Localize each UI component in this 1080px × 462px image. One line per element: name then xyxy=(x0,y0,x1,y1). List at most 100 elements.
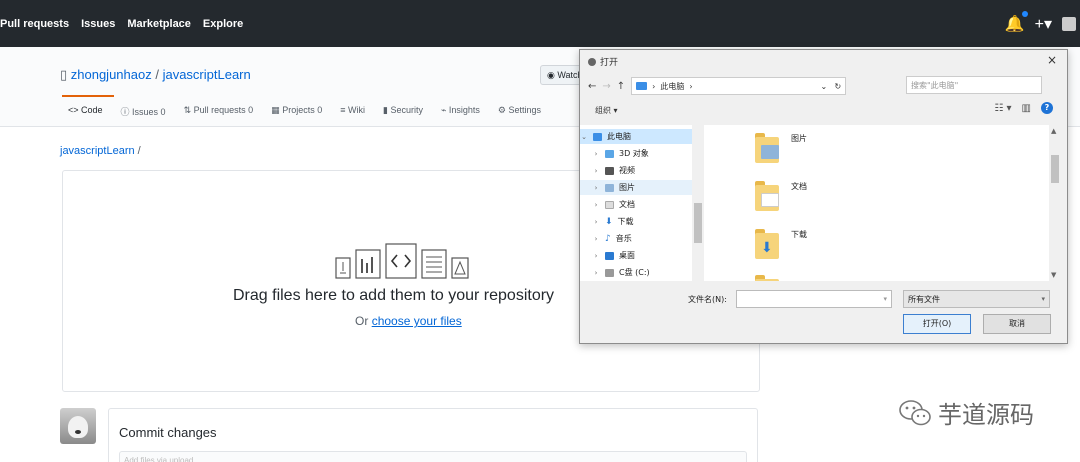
file-type-icons xyxy=(335,243,469,279)
eye-icon: ◉ xyxy=(547,70,558,80)
file-open-dialog: 打开 × ← → ↑ › 此电脑 › ⌄ ↻ 搜索"此电脑" 组织 ▾ ☷ ▾ … xyxy=(579,49,1068,344)
choose-files-line: Or choose your files xyxy=(355,314,462,328)
wechat-icon xyxy=(899,399,931,425)
view-toolbar: ☷ ▾ ▥ ? xyxy=(994,102,1053,114)
chevron-right-icon: › xyxy=(594,183,598,192)
file-list-scrollbar[interactable]: ▲ ▼ xyxy=(1049,125,1061,281)
file-list-scrollbar-thumb[interactable] xyxy=(1051,155,1059,183)
picture-icon xyxy=(605,183,614,192)
refresh-icon[interactable]: ↻ xyxy=(834,82,841,91)
file-pdf-icon xyxy=(451,257,469,279)
tab-settings[interactable]: ⚙ Settings xyxy=(498,105,541,118)
address-text: 此电脑 xyxy=(660,81,685,91)
download-icon: ⬇ xyxy=(605,216,613,227)
tab-issues[interactable]: ⓘ Issues 0 xyxy=(121,105,166,118)
up-arrow-icon[interactable]: ↑ xyxy=(617,81,625,92)
address-dropdown-icon[interactable]: ⌄ xyxy=(820,82,827,91)
music-icon: ♪ xyxy=(605,233,611,244)
close-icon[interactable]: × xyxy=(1047,53,1057,67)
scroll-down-icon[interactable]: ▼ xyxy=(1051,271,1056,279)
commit-title: Commit changes xyxy=(119,425,217,440)
folder-pictures[interactable]: 图片 xyxy=(755,133,807,163)
tab-pull-requests[interactable]: ⇅ Pull requests 0 xyxy=(184,105,254,118)
watermark-text: 芋道源码 xyxy=(938,401,1034,429)
path-repo-link[interactable]: javascriptLearn xyxy=(60,145,135,157)
repo-name-link[interactable]: javascriptLearn xyxy=(163,67,251,82)
folder-label: 文档 xyxy=(791,182,807,191)
address-path-box[interactable]: › 此电脑 › ⌄ ↻ xyxy=(631,77,847,95)
chevron-right-icon: › xyxy=(594,200,598,209)
scroll-up-icon[interactable]: ▲ xyxy=(1051,127,1056,135)
folder-label: 图片 xyxy=(791,134,807,143)
tree-scrollbar-thumb[interactable] xyxy=(694,203,702,243)
file-text-icon xyxy=(335,257,351,279)
folder-icon xyxy=(755,133,779,163)
tree-scrollbar[interactable] xyxy=(692,125,704,281)
forward-arrow-icon[interactable]: → xyxy=(602,81,610,92)
folder-documents[interactable]: 文档 xyxy=(755,181,807,211)
commit-message-input[interactable]: Add files via upload xyxy=(119,451,747,462)
chevron-right-icon: › xyxy=(594,149,598,158)
tree-item-documents[interactable]: › 文档 xyxy=(580,197,692,212)
tree-item-downloads[interactable]: › ⬇ 下载 xyxy=(580,214,692,229)
bell-icon[interactable]: 🔔 xyxy=(1005,11,1028,34)
tab-insights[interactable]: ⌁ Insights xyxy=(441,105,480,118)
path-separator: / xyxy=(137,145,141,157)
folder-icon xyxy=(755,275,779,281)
tab-code[interactable]: <> Code xyxy=(68,105,103,118)
repo-icon: ▯ xyxy=(60,67,71,82)
tab-wiki[interactable]: ≡ Wiki xyxy=(340,105,365,118)
cancel-button[interactable]: 取消 xyxy=(983,314,1051,334)
file-code-icon xyxy=(385,243,417,279)
nav-pull-requests[interactable]: Pull requests xyxy=(0,18,69,30)
tab-projects[interactable]: ▦ Projects 0 xyxy=(271,105,322,118)
document-icon xyxy=(605,200,614,209)
nav-marketplace[interactable]: Marketplace xyxy=(127,18,191,30)
nav-explore[interactable]: Explore xyxy=(203,18,243,30)
tree-item-videos[interactable]: › 视频 xyxy=(580,163,692,178)
open-button[interactable]: 打开(O) xyxy=(903,314,971,334)
plus-icon[interactable]: +▾ xyxy=(1035,14,1052,34)
dialog-search-input[interactable]: 搜索"此电脑" xyxy=(906,76,1042,94)
back-arrow-icon[interactable]: ← xyxy=(588,81,596,92)
commit-input-placeholder: Add files via upload xyxy=(124,456,194,462)
chevron-right-icon: › xyxy=(594,268,598,277)
watch-button[interactable]: ◉ Watch xyxy=(540,65,584,85)
folder-downloads[interactable]: ⬇ 下载 xyxy=(755,229,807,259)
filetype-select[interactable]: 所有文件 ▾ xyxy=(903,290,1050,308)
user-avatar xyxy=(60,408,96,444)
view-options-icon[interactable]: ☷ ▾ xyxy=(994,103,1011,114)
chevron-right-icon: › xyxy=(594,217,598,226)
active-tab-underline xyxy=(62,95,114,97)
folder-partial[interactable] xyxy=(755,275,779,281)
help-icon[interactable]: ? xyxy=(1041,102,1053,114)
drag-instruction: Drag files here to add them to your repo… xyxy=(233,287,555,304)
organize-menu[interactable]: 组织 ▾ xyxy=(595,105,618,116)
chrome-icon xyxy=(588,57,596,66)
drive-icon xyxy=(605,268,614,277)
computer-icon xyxy=(636,82,648,90)
upload-path-breadcrumb: javascriptLearn / xyxy=(60,145,141,157)
tree-item-desktop[interactable]: › 桌面 xyxy=(580,248,692,263)
tab-security[interactable]: ▮ Security xyxy=(383,105,423,118)
tree-item-3d-objects[interactable]: › 3D 对象 xyxy=(580,146,692,161)
tree-item-c-drive[interactable]: › C盘 (C:) xyxy=(580,265,692,280)
chevron-down-icon[interactable]: ▾ xyxy=(883,295,887,303)
dialog-titlebar: 打开 xyxy=(588,55,618,68)
nav-issues[interactable]: Issues xyxy=(81,18,115,30)
avatar-icon[interactable] xyxy=(1062,17,1076,31)
repo-owner-link[interactable]: zhongjunhaoz xyxy=(71,67,152,82)
commit-changes-box: Commit changes Add files via upload xyxy=(108,408,758,462)
choose-files-link[interactable]: choose your files xyxy=(372,314,462,328)
or-text: Or xyxy=(355,314,369,328)
filename-input[interactable]: ▾ xyxy=(736,290,892,308)
desktop-icon xyxy=(605,251,614,260)
tree-item-music[interactable]: › ♪ 音乐 xyxy=(580,231,692,246)
cube-icon xyxy=(605,149,614,158)
chevron-right-icon: › xyxy=(594,166,598,175)
preview-pane-icon[interactable]: ▥ xyxy=(1022,103,1031,114)
file-list-pane: 图片 文档 ⬇ 下载 xyxy=(705,125,1055,281)
tree-item-pictures[interactable]: › 图片 xyxy=(580,180,692,195)
tree-item-this-pc[interactable]: ⌄ 此电脑 xyxy=(580,129,692,144)
chevron-right-icon: › xyxy=(594,234,598,243)
